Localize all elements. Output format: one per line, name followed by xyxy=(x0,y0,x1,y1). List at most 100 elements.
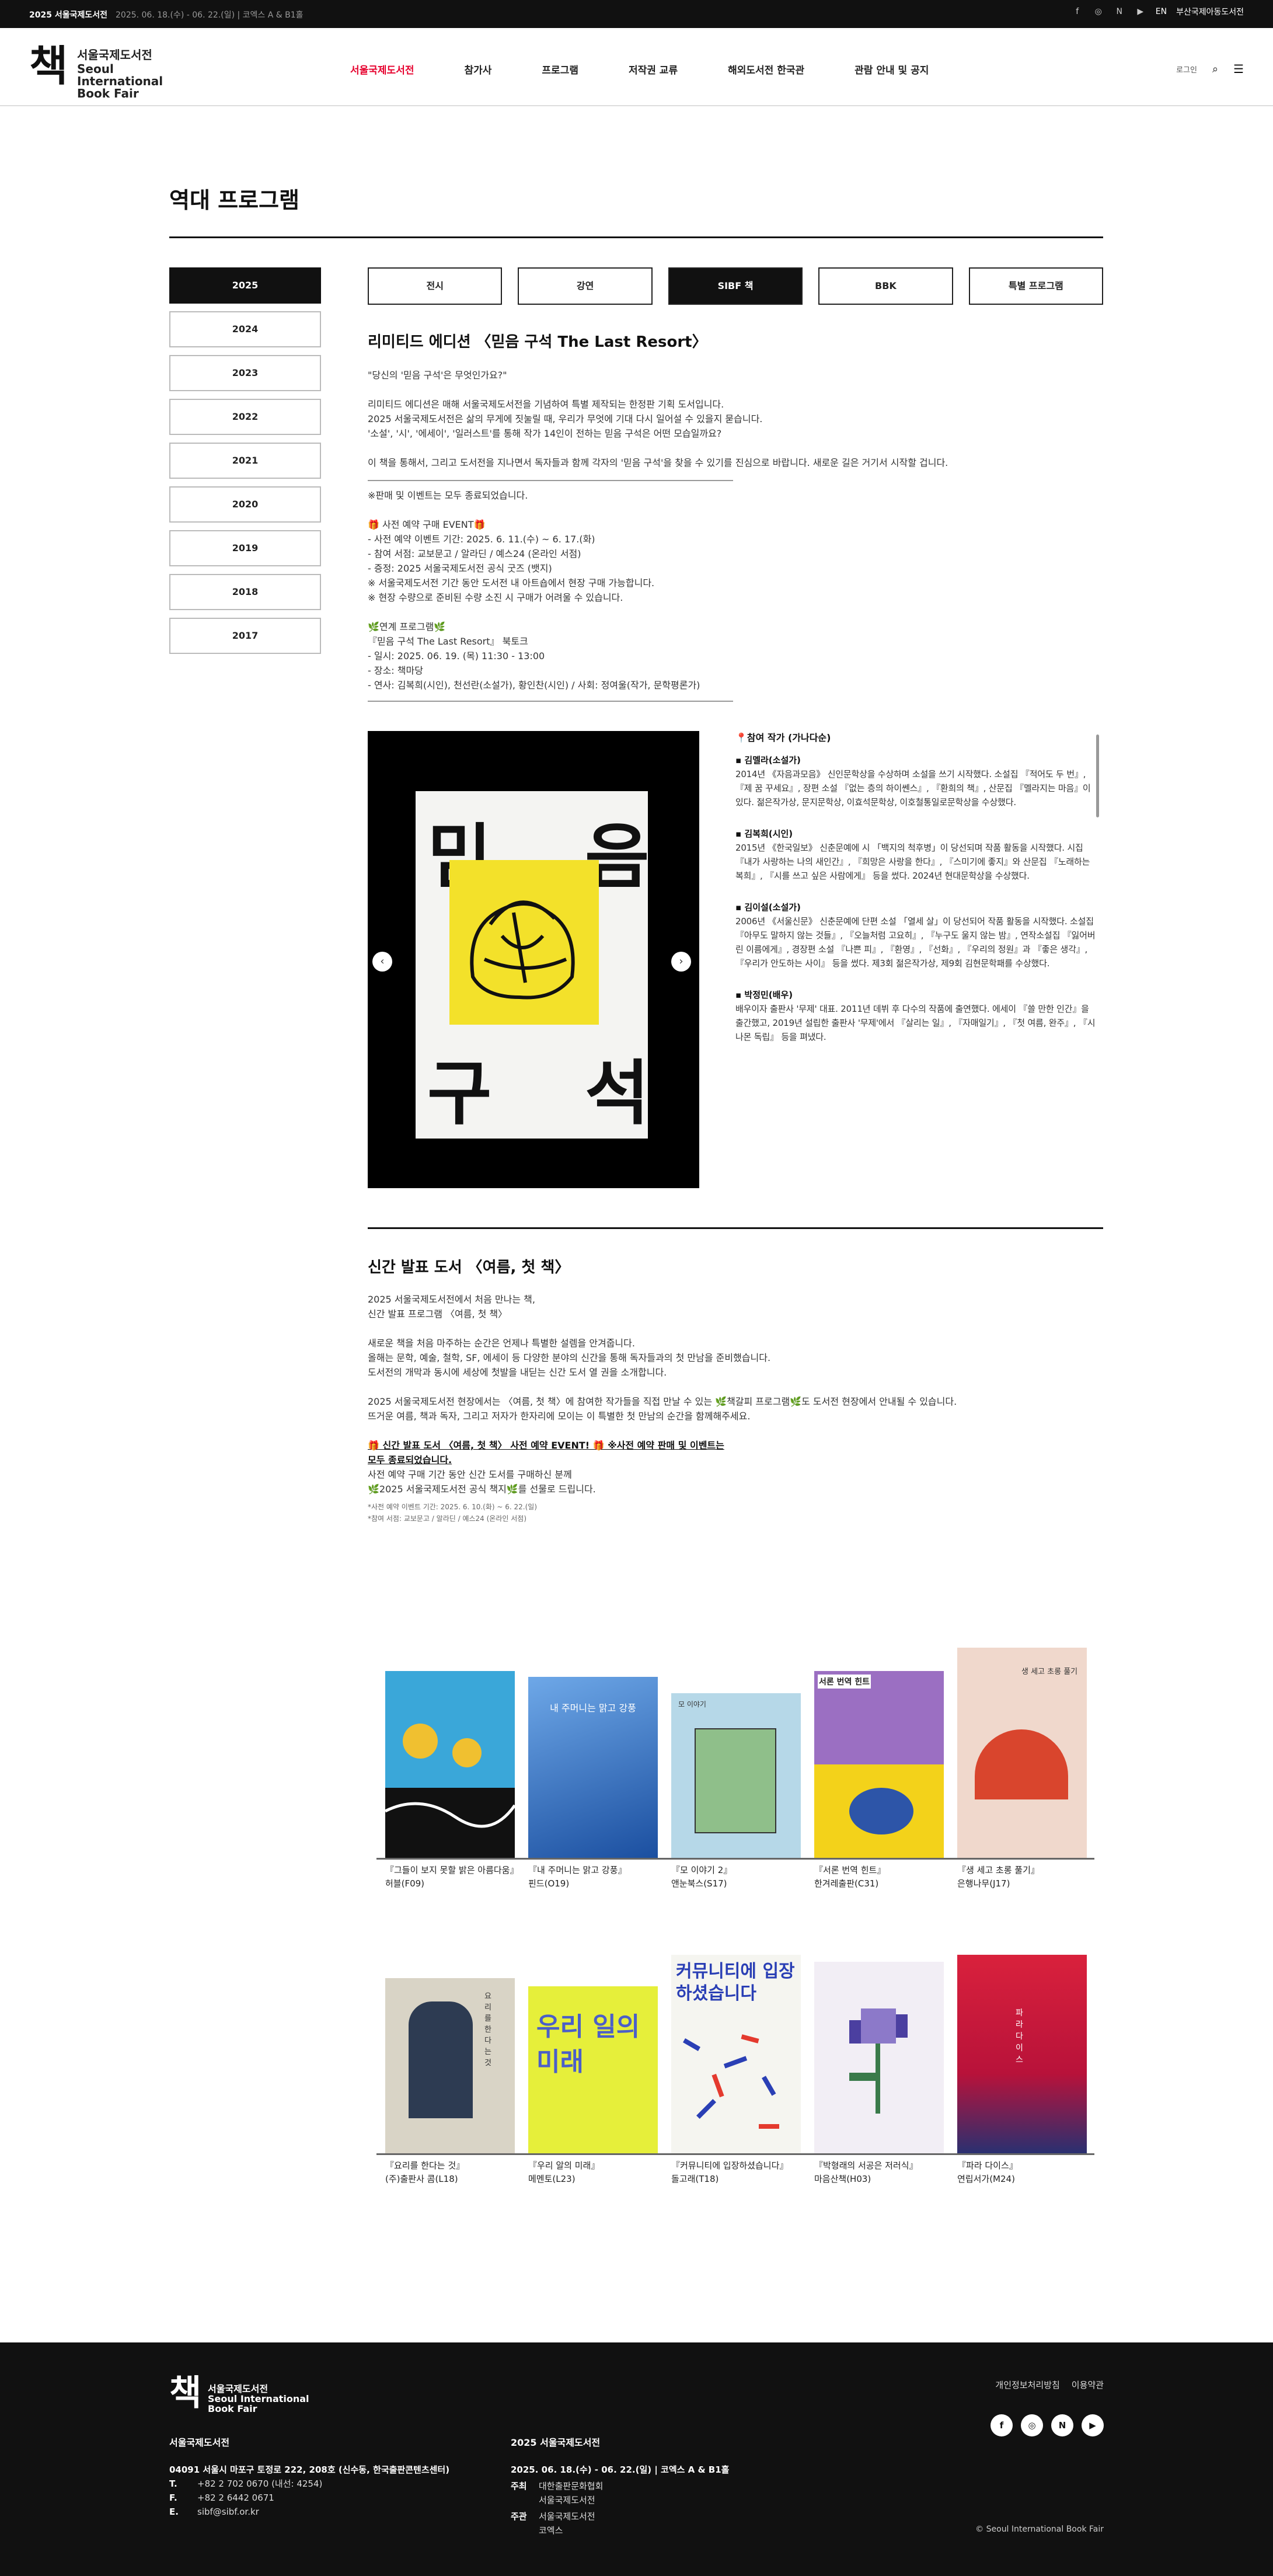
book-cover-text: 모 이야기 xyxy=(678,1700,706,1708)
book-cover: 우리 일의 미래 xyxy=(528,1986,658,2153)
section1-details: ※판매 및 이벤트는 모두 종료되었습니다. 🎁 사전 예약 구매 EVENT🎁… xyxy=(368,490,700,691)
tab-sibf-book[interactable]: SIBF 책 xyxy=(668,267,803,305)
login-link[interactable]: 로그인 xyxy=(1176,64,1197,75)
privacy-link[interactable]: 개인정보처리방침 xyxy=(995,2379,1059,2391)
book-cover-text: 커뮤니티에 입장하셨습니다 xyxy=(676,1961,795,2004)
footer-address: 04091 서울시 마포구 토정로 222, 208호 (신수동, 한국출판콘텐… xyxy=(169,2464,450,2475)
youtube-icon[interactable]: ▶ xyxy=(1082,2414,1104,2436)
footer-event-dates: 2025. 06. 18.(수) - 06. 22.(일) | 코엑스 A & … xyxy=(511,2464,730,2475)
book-title: 『박형래의 서공은 저러식』 xyxy=(814,2160,918,2171)
year-2022[interactable]: 2022 xyxy=(169,399,321,435)
copyright: © Seoul International Book Fair xyxy=(975,2525,1104,2534)
nav-item-visit[interactable]: 관람 안내 및 공지 xyxy=(855,62,929,76)
nav-item-sibf[interactable]: 서울국제도서전 xyxy=(350,62,414,76)
footer-contact: 서울국제도서전 04091 서울시 마포구 토정로 222, 208호 (신수동… xyxy=(169,2436,449,2519)
book-cover: 파라 다이스 xyxy=(957,1955,1087,2153)
book-title: 『모 이야기 2』 xyxy=(671,1865,733,1875)
author-scrollbar[interactable] xyxy=(1096,734,1099,817)
nav-item-program[interactable]: 프로그램 xyxy=(542,62,578,76)
tab-lecture[interactable]: 강연 xyxy=(518,267,653,305)
footer-email[interactable]: sibf@sibf.or.kr xyxy=(197,2505,259,2519)
book-publisher: 앤눈북스(S17) xyxy=(671,1878,727,1889)
footer-org: 서울국제도서전 xyxy=(169,2437,230,2448)
year-2021[interactable]: 2021 xyxy=(169,443,321,479)
book-cover-text: 파라 다이스 xyxy=(1016,2008,1023,2065)
footer: 책 서울국제도서전 Seoul International Book Fair 개… xyxy=(0,2342,1273,2576)
book-title: 『파라 다이스』 xyxy=(957,2160,1018,2171)
book-publisher: 허블(F09) xyxy=(385,1878,425,1889)
page-title: 역대 프로그램 xyxy=(169,187,299,213)
book-publisher: 핀드(O19) xyxy=(528,1878,570,1889)
busan-link[interactable]: 부산국제아동도서전 xyxy=(1176,6,1244,18)
tab-bbk[interactable]: BBK xyxy=(818,267,953,305)
nav-item-exhibitors[interactable]: 참가사 xyxy=(464,62,491,76)
book-title: 『서론 번역 힌트』 xyxy=(814,1865,886,1875)
book-title: 『우리 알의 미래』 xyxy=(528,2160,600,2171)
book-publisher: 돌고래(T18) xyxy=(671,2174,719,2184)
book-cover-text: 서론 번역 힌트 xyxy=(818,1675,871,1689)
menu-icon[interactable]: ☰ xyxy=(1233,62,1244,76)
title-divider xyxy=(169,236,1103,238)
year-list: 2025 2024 2023 2022 2021 2020 2019 2018 … xyxy=(169,267,321,662)
slider-next-button[interactable]: › xyxy=(671,952,691,972)
naver-icon[interactable]: N xyxy=(1051,2414,1073,2436)
book-cover: 커뮤니티에 입장하셨습니다 xyxy=(671,1955,801,2153)
author-name: ▪ 김이설(소설가) xyxy=(735,902,801,913)
search-icon[interactable]: ⌕ xyxy=(1212,63,1218,75)
author-bio: 2006년 《서울신문》 신춘문예에 단편 소설 「열세 살」이 당선되어 작품… xyxy=(735,916,1096,969)
lang-en-link[interactable]: EN xyxy=(1156,7,1167,16)
main-nav: 서울국제도서전 참가사 프로그램 저작권 교류 해외도서전 한국관 관람 안내 … xyxy=(350,62,979,76)
book-publisher: (주)출판사 콤(L18) xyxy=(385,2174,458,2184)
naver-icon[interactable]: N xyxy=(1114,6,1125,18)
book-cover-text: 요리를 한다는 것 xyxy=(484,1992,491,2067)
slider-prev-button[interactable]: ‹ xyxy=(372,952,392,972)
book-cover: 모 이야기 xyxy=(671,1693,801,1858)
book-cover-text: 우리 일의 미래 xyxy=(536,2012,640,2077)
instagram-icon[interactable]: ◎ xyxy=(1093,6,1104,18)
author-bio: 2015년 《한국일보》 신춘문예에 시 「백지의 척후병」이 당선되며 작품 … xyxy=(735,843,1090,881)
header: 책 서울국제도서전 Seoul International Book Fair 서… xyxy=(0,28,1273,106)
book-publisher: 한겨레출판(C31) xyxy=(814,1878,879,1889)
footer-event: 2025 서울국제도서전 2025. 06. 18.(수) - 06. 22.(… xyxy=(511,2437,730,2536)
event-name: 2025 서울국제도서전 xyxy=(29,11,107,20)
terms-link[interactable]: 이용약관 xyxy=(1072,2379,1104,2391)
authors-heading: 📍참여 작가 (가나다순) xyxy=(735,732,831,743)
event-info: 2025 서울국제도서전 2025. 06. 18.(수) - 06. 22.(일… xyxy=(29,9,304,20)
year-2018[interactable]: 2018 xyxy=(169,574,321,610)
tab-exhibition[interactable]: 전시 xyxy=(368,267,503,305)
divider xyxy=(368,701,733,702)
nav-item-rights[interactable]: 저작권 교류 xyxy=(629,62,678,76)
book-cover: 생 세고 초롱 풀기 xyxy=(957,1648,1087,1858)
book-publisher: 마음산책(H03) xyxy=(814,2174,871,2184)
book-cover xyxy=(384,1671,517,1858)
year-2017[interactable]: 2017 xyxy=(169,618,321,654)
year-2024[interactable]: 2024 xyxy=(169,311,321,347)
footer-tel: +82 2 702 0670 (내선: 4254) xyxy=(197,2478,323,2489)
book-publisher: 은행나무(J17) xyxy=(957,1878,1010,1889)
instagram-icon[interactable]: ◎ xyxy=(1021,2414,1043,2436)
year-2023[interactable]: 2023 xyxy=(169,355,321,391)
author-list[interactable]: 📍참여 작가 (가나다순) ▪ 김멜라(소설가) 2014년 《자음과모음》 신… xyxy=(735,731,1097,1188)
book-cover xyxy=(814,1962,944,2153)
facebook-icon[interactable]: f xyxy=(991,2414,1013,2436)
year-2025[interactable]: 2025 xyxy=(169,267,321,304)
tab-special[interactable]: 특별 프로그램 xyxy=(968,267,1104,305)
nav-item-overseas[interactable]: 해외도서전 한국관 xyxy=(728,62,804,76)
logo-en: Seoul International Book Fair xyxy=(77,62,163,100)
year-2020[interactable]: 2020 xyxy=(169,486,321,523)
year-2019[interactable]: 2019 xyxy=(169,530,321,566)
cover-char: 석 xyxy=(585,1053,650,1134)
facebook-icon[interactable]: f xyxy=(1072,6,1083,18)
logo-kr: 서울국제도서전 xyxy=(77,48,152,62)
book-title: 『내 주머니는 맑고 강풍』 xyxy=(528,1865,627,1875)
book-image-slider[interactable]: 믿 음 구 석 ‹ › xyxy=(368,731,699,1188)
logo-mark: 책 xyxy=(169,2373,202,2414)
book-publisher: 연립서가(M24) xyxy=(957,2174,1015,2184)
divider xyxy=(368,480,733,481)
youtube-icon[interactable]: ▶ xyxy=(1135,6,1146,18)
logo-en: Seoul International Book Fair xyxy=(208,2393,309,2414)
top-bar: 2025 서울국제도서전 2025. 06. 18.(수) - 06. 22.(일… xyxy=(0,0,1273,28)
shelf-line xyxy=(376,2153,1094,2155)
logo[interactable]: 책 서울국제도서전 Seoul International Book Fair xyxy=(29,40,181,100)
cover-char: 구 xyxy=(427,1053,492,1134)
